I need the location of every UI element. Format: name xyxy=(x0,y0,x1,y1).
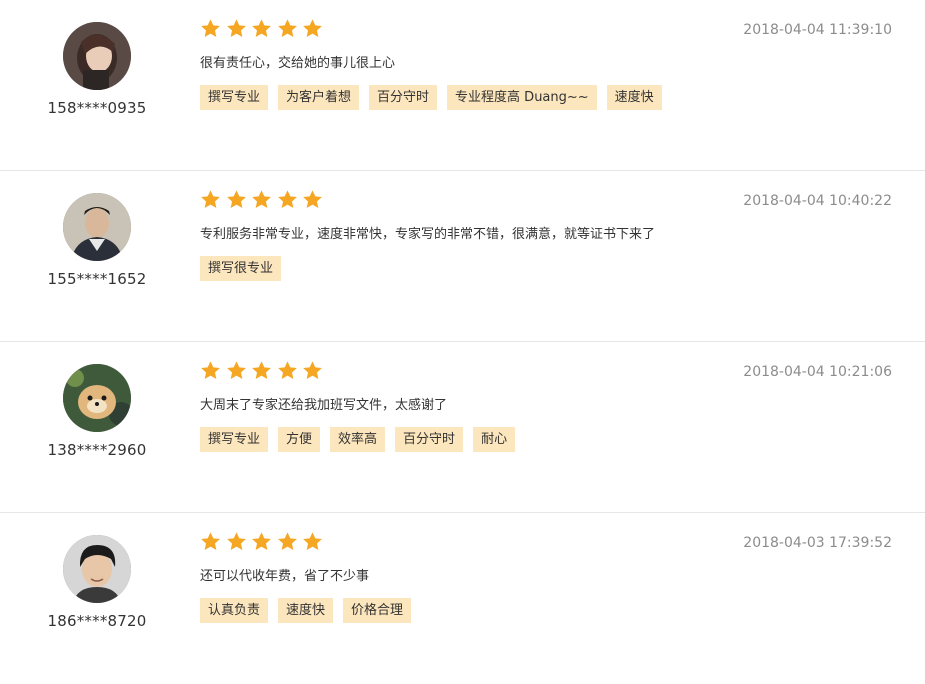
username: 158****0935 xyxy=(47,99,147,117)
star-icon xyxy=(200,531,221,552)
review-item: 186****8720 2018-04-03 17:39:52 还可以代收年费，… xyxy=(0,513,925,684)
review-tags: 撰写很专业 xyxy=(200,256,291,281)
review-comment: 大周末了专家还给我加班写文件，太感谢了 xyxy=(200,398,448,413)
review-comment: 还可以代收年费，省了不少事 xyxy=(200,569,370,584)
review-timestamp: 2018-04-03 17:39:52 xyxy=(743,535,892,551)
review-tag: 速度快 xyxy=(278,598,334,623)
star-icon xyxy=(226,360,247,381)
review-tag: 认真负责 xyxy=(200,598,269,623)
avatar-photo xyxy=(63,22,131,90)
review-tag: 方便 xyxy=(278,427,321,452)
star-icon xyxy=(302,189,323,210)
review-comment: 专利服务非常专业，速度非常快，专家写的非常不错，很满意，就等证书下来了 xyxy=(200,227,656,242)
star-icon xyxy=(251,189,272,210)
review-item: 138****2960 2018-04-04 10:21:06 大周末了专家还给… xyxy=(0,342,925,513)
review-tag: 百分守时 xyxy=(369,85,438,110)
review-list: 158****0935 2018-04-04 11:39:10 很有责任心，交给… xyxy=(0,0,925,684)
review-tag: 耐心 xyxy=(473,427,516,452)
review-tag: 价格合理 xyxy=(343,598,412,623)
star-icon xyxy=(251,18,272,39)
star-icon xyxy=(200,189,221,210)
avatar-photo xyxy=(63,364,131,432)
username: 186****8720 xyxy=(47,612,147,630)
review-item: 155****1652 2018-04-04 10:40:22 专利服务非常专业… xyxy=(0,171,925,342)
avatar[interactable] xyxy=(63,193,131,261)
star-rating xyxy=(200,18,328,40)
avatar-photo xyxy=(63,535,131,603)
review-tags: 认真负责 速度快 价格合理 xyxy=(200,598,421,623)
review-timestamp: 2018-04-04 11:39:10 xyxy=(743,22,892,38)
review-timestamp: 2018-04-04 10:21:06 xyxy=(743,364,892,380)
star-icon xyxy=(277,360,298,381)
review-tag: 百分守时 xyxy=(395,427,464,452)
star-icon xyxy=(302,18,323,39)
avatar[interactable] xyxy=(63,535,131,603)
avatar[interactable] xyxy=(63,364,131,432)
review-tag: 专业程度高 Duang~~ xyxy=(447,85,597,110)
star-icon xyxy=(302,531,323,552)
star-icon xyxy=(200,18,221,39)
star-icon xyxy=(226,189,247,210)
star-rating xyxy=(200,360,328,382)
star-rating xyxy=(200,531,328,553)
review-timestamp: 2018-04-04 10:40:22 xyxy=(743,193,892,209)
star-icon xyxy=(277,18,298,39)
username: 155****1652 xyxy=(47,270,147,288)
star-icon xyxy=(200,360,221,381)
star-icon xyxy=(277,189,298,210)
review-tag: 为客户着想 xyxy=(278,85,360,110)
review-tag: 撰写很专业 xyxy=(200,256,282,281)
username: 138****2960 xyxy=(47,441,147,459)
star-icon xyxy=(251,531,272,552)
avatar-photo xyxy=(63,193,131,261)
star-icon xyxy=(302,360,323,381)
review-item: 158****0935 2018-04-04 11:39:10 很有责任心，交给… xyxy=(0,0,925,171)
star-rating xyxy=(200,189,328,211)
review-tags: 撰写专业 方便 效率高 百分守时 耐心 xyxy=(200,427,525,452)
star-icon xyxy=(226,18,247,39)
review-tag: 撰写专业 xyxy=(200,85,269,110)
star-icon xyxy=(277,531,298,552)
star-icon xyxy=(226,531,247,552)
review-tags: 撰写专业 为客户着想 百分守时 专业程度高 Duang~~ 速度快 xyxy=(200,85,672,110)
review-tag: 效率高 xyxy=(330,427,386,452)
avatar[interactable] xyxy=(63,22,131,90)
review-comment: 很有责任心，交给她的事儿很上心 xyxy=(200,56,396,71)
star-icon xyxy=(251,360,272,381)
review-tag: 速度快 xyxy=(606,85,662,110)
review-tag: 撰写专业 xyxy=(200,427,269,452)
